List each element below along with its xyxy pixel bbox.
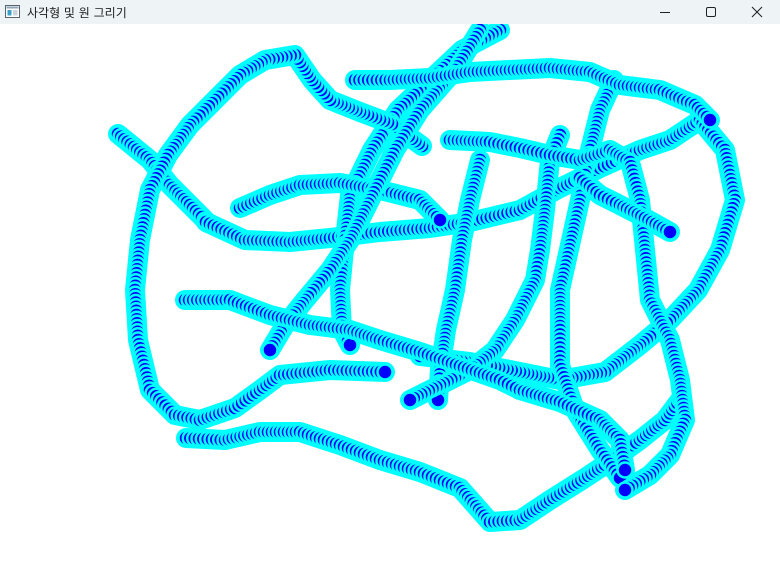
circle (616, 461, 634, 479)
minimize-icon (660, 12, 670, 13)
window-app-icon (5, 5, 20, 18)
app-window: 사각형 및 원 그리기 (0, 0, 780, 584)
circle (701, 111, 719, 129)
circle (376, 363, 394, 381)
close-icon (751, 6, 763, 18)
maximize-button[interactable] (688, 0, 734, 24)
maximize-icon (706, 7, 716, 17)
circle (616, 481, 634, 499)
circle (401, 391, 419, 409)
circle (431, 211, 449, 229)
close-button[interactable] (734, 0, 780, 24)
circle (661, 223, 679, 241)
minimize-button[interactable] (642, 0, 688, 24)
window-title: 사각형 및 원 그리기 (27, 6, 127, 20)
circle (261, 341, 279, 359)
title-bar[interactable]: 사각형 및 원 그리기 (0, 0, 780, 24)
drawing-canvas (108, 24, 745, 532)
